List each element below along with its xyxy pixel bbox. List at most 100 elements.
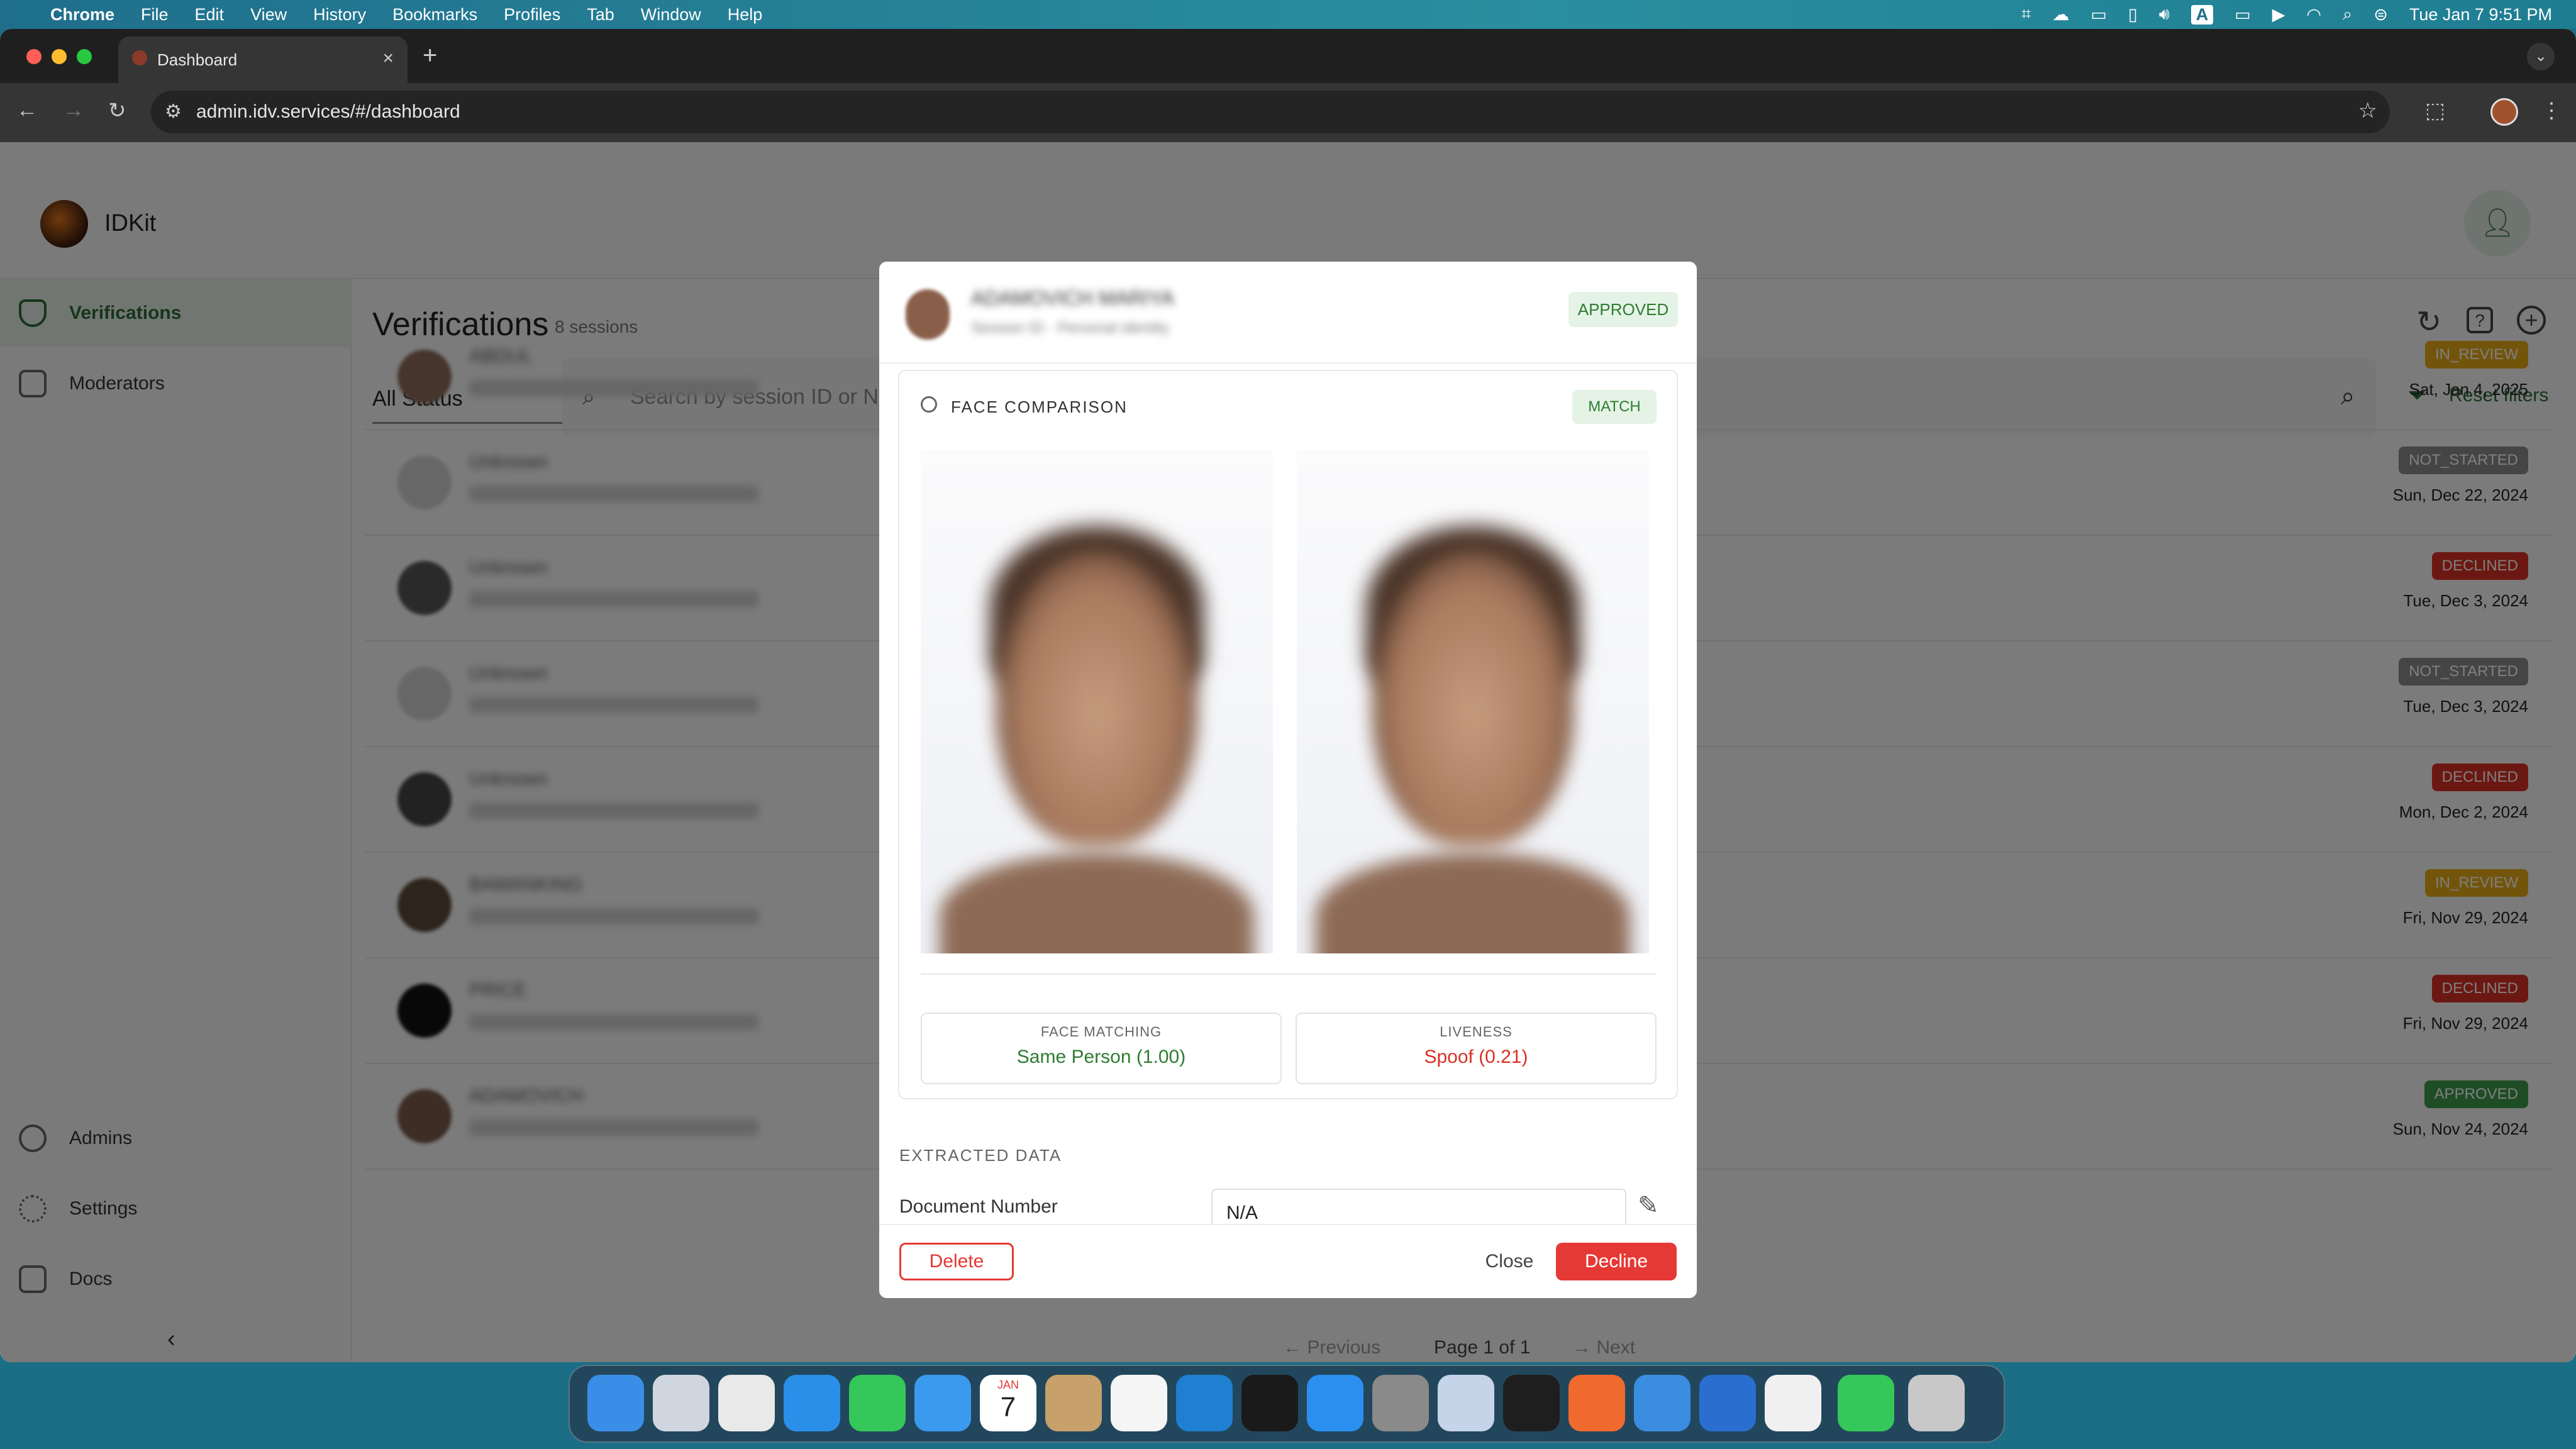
- verification-modal: ADAMOVICH MARIYA Session ID · Personal i…: [879, 262, 1697, 1298]
- menu-help[interactable]: Help: [728, 5, 763, 25]
- volume-icon[interactable]: 🔊︎: [2159, 4, 2170, 25]
- search-icon[interactable]: ⌕: [2343, 4, 2352, 25]
- wifi-icon[interactable]: ◠: [2307, 5, 2322, 25]
- delete-label: Delete: [929, 1251, 984, 1272]
- menubar: Chrome File Edit View History Bookmarks …: [0, 0, 2576, 29]
- liveness-label: LIVENESS: [1440, 1024, 1513, 1040]
- decline-label: Decline: [1584, 1251, 1648, 1272]
- profile-avatar[interactable]: [2490, 98, 2518, 126]
- play-icon[interactable]: ▶: [2272, 5, 2285, 25]
- battery-icon[interactable]: ▭: [2235, 5, 2251, 25]
- menu-view[interactable]: View: [250, 5, 287, 25]
- vscode-icon[interactable]: [1176, 1375, 1233, 1431]
- menu-profiles[interactable]: Profiles: [504, 5, 560, 25]
- browser-window: Dashboard × + ⌄ ← → ↻ ⚙ admin.idv.servic…: [0, 29, 2576, 1362]
- menu-edit[interactable]: Edit: [195, 5, 225, 25]
- close-button[interactable]: Close: [1478, 1243, 1541, 1280]
- messages-icon[interactable]: [849, 1375, 906, 1431]
- tab-search-icon[interactable]: ⌄: [2527, 43, 2555, 70]
- status-badge: APPROVED: [1568, 292, 1678, 327]
- match-badge: MATCH: [1572, 390, 1657, 424]
- xcode-icon[interactable]: [1634, 1375, 1690, 1431]
- menu-tab[interactable]: Tab: [587, 5, 614, 25]
- preview-icon[interactable]: [1765, 1375, 1821, 1431]
- menu-history[interactable]: History: [313, 5, 366, 25]
- photo-face: [996, 551, 1197, 847]
- photo-face: [1372, 551, 1574, 847]
- document-photo: [921, 450, 1273, 953]
- forward-icon[interactable]: →: [63, 98, 84, 123]
- modal-footer: Delete Close Decline: [879, 1224, 1697, 1298]
- extensions-icon[interactable]: ⬚: [2425, 98, 2445, 123]
- launchpad-icon[interactable]: [653, 1375, 709, 1431]
- mouse-icon[interactable]: ▯: [2128, 5, 2138, 25]
- delete-button[interactable]: Delete: [899, 1243, 1014, 1280]
- section-title: FACE COMPARISON: [951, 397, 1128, 416]
- instruments-icon[interactable]: [1699, 1375, 1756, 1431]
- settings-icon[interactable]: [1372, 1375, 1429, 1431]
- menu-bookmarks[interactable]: Bookmarks: [392, 5, 477, 25]
- display-icon[interactable]: ▭: [2090, 5, 2107, 25]
- tab-dashboard[interactable]: Dashboard ×: [118, 36, 408, 83]
- terminal-icon[interactable]: [1241, 1375, 1298, 1431]
- app-menu[interactable]: Chrome: [50, 5, 114, 25]
- person-name: ADAMOVICH MARIYA: [971, 287, 1174, 309]
- close-tab-icon[interactable]: ×: [382, 48, 394, 69]
- photo-shoulders: [940, 853, 1254, 953]
- back-icon[interactable]: ←: [16, 98, 38, 123]
- address-bar[interactable]: ⚙ admin.idv.services/#/dashboard ☆: [151, 91, 2390, 133]
- site-info-icon[interactable]: ⚙: [165, 101, 182, 123]
- tab-title: Dashboard: [157, 50, 238, 69]
- photo-shoulders: [1316, 853, 1630, 953]
- face-matching-metric: FACE MATCHING Same Person (1.00): [921, 1013, 1282, 1084]
- status-icon[interactable]: ⌗: [2021, 4, 2031, 25]
- face-icon: [921, 396, 937, 413]
- input-source-icon[interactable]: A: [2190, 4, 2214, 25]
- clock[interactable]: Tue Jan 7 9:51 PM: [2409, 5, 2552, 25]
- calendar-month: JAN: [997, 1379, 1019, 1391]
- edit-pencil-icon[interactable]: ✎: [1638, 1191, 1659, 1220]
- document-number-label: Document Number: [899, 1196, 1058, 1217]
- dock: JAN 7: [569, 1365, 2005, 1443]
- mail-icon[interactable]: [914, 1375, 971, 1431]
- selfie-photo: [1297, 450, 1649, 953]
- face-matching-value: Same Person (1.00): [1016, 1046, 1186, 1067]
- calendar-day: 7: [1000, 1392, 1016, 1423]
- face-matching-label: FACE MATCHING: [1040, 1024, 1162, 1040]
- divider: [921, 974, 1657, 975]
- pen-icon[interactable]: [1568, 1375, 1625, 1431]
- modal-header: ADAMOVICH MARIYA Session ID · Personal i…: [879, 262, 1697, 364]
- more-menu-icon[interactable]: ⋮: [2541, 98, 2562, 123]
- cloud-icon[interactable]: ☁: [2052, 5, 2069, 25]
- document-number-value: N/A: [1226, 1202, 1258, 1223]
- trash-icon[interactable]: [1908, 1375, 1965, 1431]
- calendar-icon[interactable]: JAN 7: [980, 1375, 1036, 1431]
- appstore-icon[interactable]: [1307, 1375, 1363, 1431]
- toolbar: ← → ↻ ⚙ admin.idv.services/#/dashboard ☆…: [0, 83, 2576, 142]
- reload-icon[interactable]: ↻: [108, 98, 126, 123]
- liveness-value: Spoof (0.21): [1424, 1046, 1528, 1067]
- iphone-mirror-icon[interactable]: [1438, 1375, 1494, 1431]
- menu-file[interactable]: File: [141, 5, 169, 25]
- contacts-icon[interactable]: [1045, 1375, 1102, 1431]
- close-label: Close: [1485, 1251, 1534, 1272]
- reminders-icon[interactable]: [1111, 1375, 1167, 1431]
- new-tab-icon[interactable]: +: [423, 42, 437, 70]
- finder-icon[interactable]: [587, 1375, 644, 1431]
- control-center-icon[interactable]: ⊜: [2373, 5, 2388, 25]
- tab-bar: Dashboard × + ⌄: [0, 29, 2576, 83]
- person-subtitle: Session ID · Personal identity: [971, 319, 1169, 336]
- chrome-icon[interactable]: [718, 1375, 775, 1431]
- menu-window[interactable]: Window: [641, 5, 701, 25]
- decline-button[interactable]: Decline: [1556, 1243, 1677, 1280]
- close-window-button[interactable]: [26, 49, 42, 64]
- safari-icon[interactable]: [784, 1375, 840, 1431]
- facetime-icon[interactable]: [1838, 1375, 1894, 1431]
- url-text[interactable]: admin.idv.services/#/dashboard: [196, 101, 460, 123]
- liveness-metric: LIVENESS Spoof (0.21): [1296, 1013, 1657, 1084]
- bookmark-star-icon[interactable]: ☆: [2358, 98, 2377, 123]
- maximize-window-button[interactable]: [77, 49, 92, 64]
- minimize-window-button[interactable]: [52, 49, 67, 64]
- figma-icon[interactable]: [1503, 1375, 1560, 1431]
- favicon-icon: [132, 50, 147, 65]
